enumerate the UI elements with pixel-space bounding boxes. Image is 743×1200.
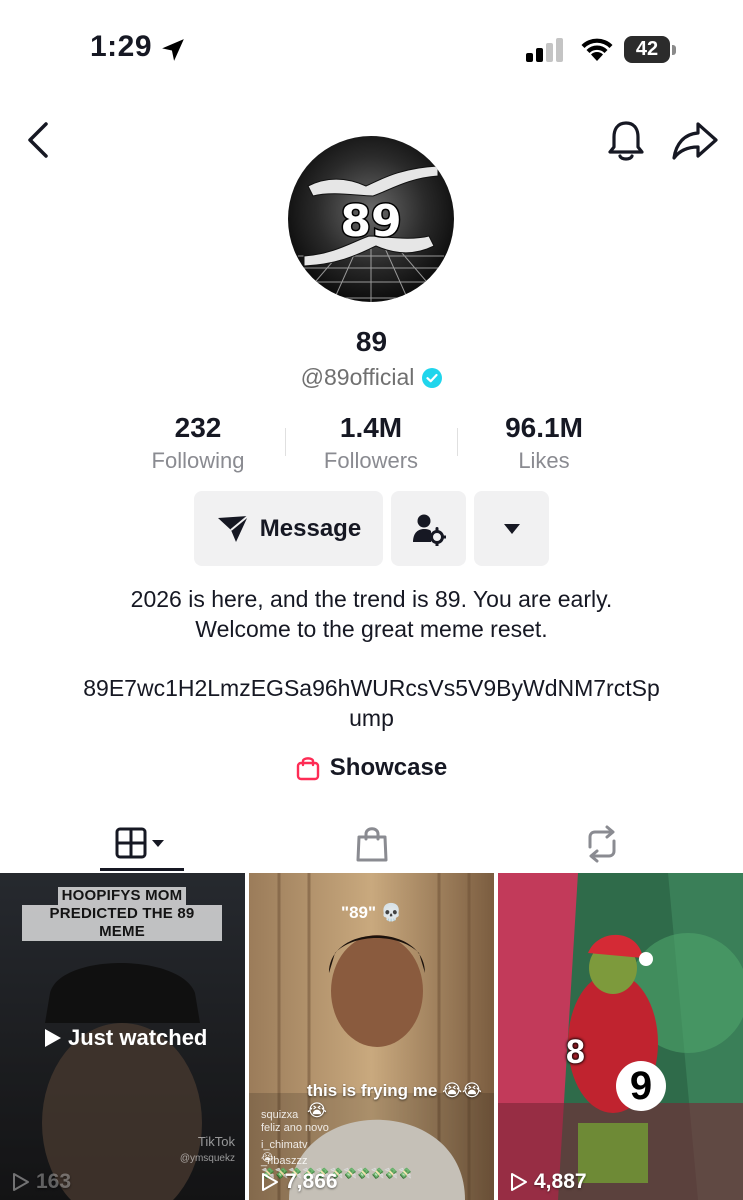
live-title: "89" 💀 <box>341 903 402 922</box>
play-count-value: 4,887 <box>534 1170 587 1193</box>
play-outline-icon <box>262 1173 278 1191</box>
following-label: Following <box>151 448 245 473</box>
verified-badge-icon <box>422 367 443 388</box>
status-time: 1:29 <box>90 30 153 63</box>
tab-reposts[interactable] <box>560 816 644 872</box>
chat-text: feliz ano novo <box>261 1122 329 1134</box>
bell-icon <box>608 121 644 161</box>
back-button[interactable] <box>22 120 58 160</box>
play-count-value: 7,866 <box>285 1170 338 1193</box>
caption-line-1: HOOPIFYS MOM <box>57 887 187 905</box>
tab-videos[interactable] <box>100 816 184 872</box>
active-tab-indicator <box>100 868 184 871</box>
cellular-signal-icon <box>526 38 563 62</box>
chat-user: squizxa <box>261 1109 299 1121</box>
avatar-image: 89 <box>288 136 454 302</box>
followers-label: Followers <box>323 448 419 473</box>
video-overlay-text: this is frying me 😭😭😭 <box>307 1081 482 1120</box>
contract-address-line-1: 89E7wc1H2LmzEGSa96hWURcsVs5V9ByWdNM7rctS… <box>83 675 660 701</box>
tab-shop[interactable] <box>330 816 414 872</box>
username-handle: @89official <box>300 364 415 390</box>
chevron-left-icon <box>28 122 48 158</box>
likes-stat: 96.1M Likes <box>444 412 644 474</box>
notifications-button[interactable] <box>604 118 648 164</box>
display-name: 89 <box>355 326 388 357</box>
chat-user: i_chimatv <box>261 1139 308 1151</box>
shopping-bag-icon <box>356 827 388 862</box>
just-watched-badge: Just watched <box>44 1025 207 1051</box>
battery-percent: 42 <box>635 38 659 60</box>
shopping-bag-icon <box>296 757 319 781</box>
video-thumbnail[interactable]: HOOPIFYS MOM PREDICTED THE 89 MEME Just … <box>0 873 245 1200</box>
play-outline-icon <box>13 1173 29 1191</box>
message-label: Message <box>259 514 362 542</box>
follow-settings-button[interactable] <box>391 491 466 566</box>
repost-icon <box>588 825 616 863</box>
battery-indicator: 42 <box>624 36 676 63</box>
video-overlay-8: 8 <box>566 1033 585 1071</box>
share-icon <box>672 122 718 160</box>
bio-line-2: Welcome to the great meme reset. <box>195 616 548 642</box>
tiktok-watermark: TikTok @ymsquekz <box>180 1134 235 1164</box>
grid-icon <box>115 827 164 859</box>
user-gear-icon <box>412 514 446 546</box>
likes-count: 96.1M <box>505 412 583 443</box>
following-stat[interactable]: 232 Following <box>98 412 298 474</box>
send-icon <box>217 514 249 542</box>
caret-down-icon <box>503 523 520 534</box>
share-button[interactable] <box>670 120 720 162</box>
video-thumbnail[interactable]: 8 9 4,887 <box>498 873 743 1200</box>
message-button[interactable]: Message <box>194 491 383 566</box>
followers-stat[interactable]: 1.4M Followers <box>271 412 471 474</box>
play-count-value: 163 <box>36 1170 72 1193</box>
video-thumbnail-image <box>498 873 743 1200</box>
watermark-brand: TikTok <box>197 1134 235 1149</box>
chat-user: _ribaszzz <box>261 1155 308 1167</box>
profile-avatar[interactable]: 89 <box>288 136 454 302</box>
showcase-label: Showcase <box>329 754 448 781</box>
showcase-link[interactable]: Showcase <box>0 754 743 782</box>
play-icon <box>45 1029 61 1047</box>
following-count: 232 <box>174 412 222 443</box>
contract-address-line-2: ump <box>349 705 394 731</box>
play-count: 7,866 <box>261 1170 338 1194</box>
more-dropdown-button[interactable] <box>474 491 549 566</box>
just-watched-label: Just watched <box>68 1025 208 1050</box>
followers-count: 1.4M <box>339 412 403 443</box>
play-outline-icon <box>511 1173 527 1191</box>
play-count: 163 <box>12 1170 71 1194</box>
caption-line-2: PREDICTED THE 89 MEME <box>22 905 222 941</box>
wifi-icon <box>581 38 613 61</box>
bio-line-1: 2026 is here, and the trend is 89. You a… <box>130 586 613 612</box>
video-thumbnail[interactable]: "89" 💀 this is frying me 😭😭😭 squizxa fel… <box>249 873 494 1200</box>
video-caption: HOOPIFYS MOM PREDICTED THE 89 MEME <box>22 887 222 941</box>
video-overlay-9: 9 <box>616 1061 666 1111</box>
chat-message: squizxa feliz ano novo <box>261 1109 329 1135</box>
watermark-user: @ymsquekz <box>179 1153 235 1164</box>
avatar-logo-text: 89 <box>340 196 401 247</box>
play-count: 4,887 <box>510 1170 587 1194</box>
likes-label: Likes <box>518 448 570 473</box>
location-arrow-icon <box>162 39 184 61</box>
handle-row: @89official <box>0 364 743 391</box>
